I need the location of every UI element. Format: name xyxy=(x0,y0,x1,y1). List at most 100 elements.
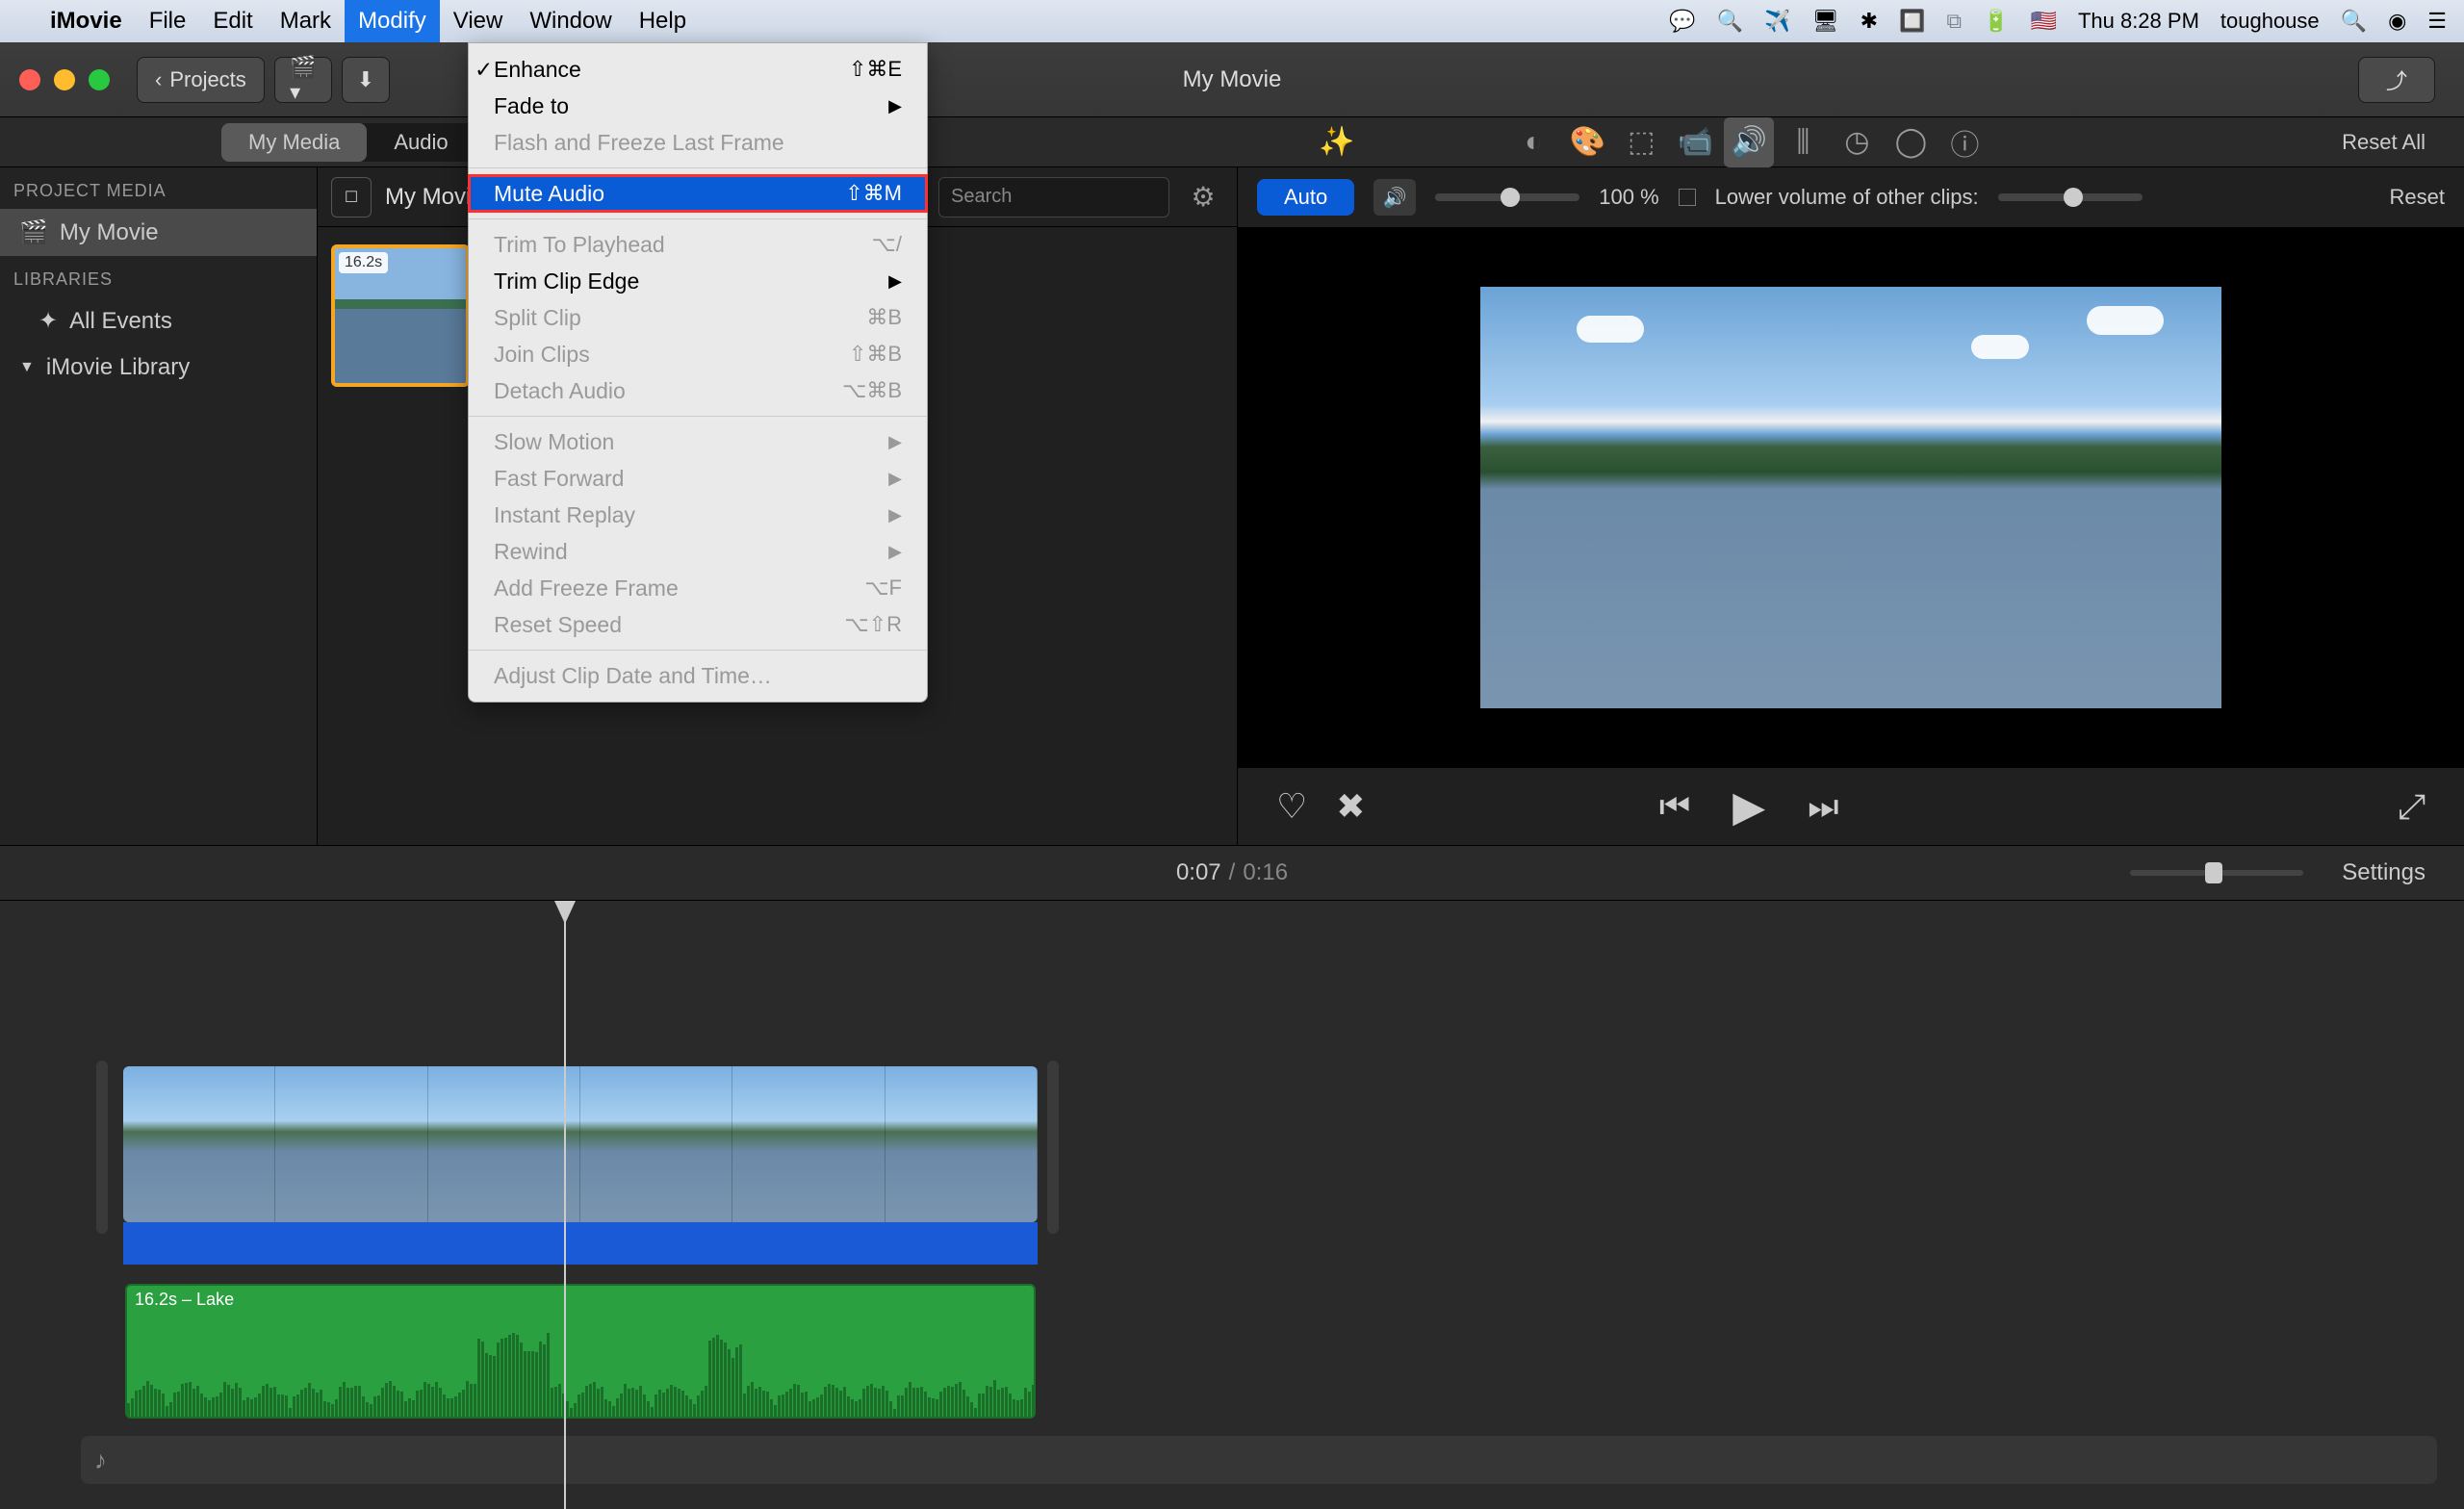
fullscreen-icon[interactable]: ⤢ xyxy=(2398,786,2426,828)
audio-clip[interactable]: 16.2s – Lake xyxy=(125,1284,1036,1419)
user-name[interactable]: toughouse xyxy=(2220,9,2320,34)
modify-menu-dropdown: ✓Enhance⇧⌘EFade to▶Flash and Freeze Last… xyxy=(468,42,928,703)
menu-help[interactable]: Help xyxy=(626,0,700,42)
clip-handle[interactable] xyxy=(1047,1061,1059,1234)
spotlight-icon[interactable]: 🔍 xyxy=(2341,9,2367,34)
video-clip-bar[interactable] xyxy=(123,1222,1038,1265)
video-clip[interactable] xyxy=(123,1066,1038,1222)
magic-wand-icon[interactable]: ✨ xyxy=(1319,125,1354,159)
ducking-slider[interactable] xyxy=(1998,193,2143,201)
menu-view[interactable]: View xyxy=(440,0,517,42)
wifi-icon[interactable]: ⧉ xyxy=(1946,9,1962,34)
crop-icon[interactable]: ⬚ xyxy=(1616,117,1666,167)
sidebar: PROJECT MEDIA 🎬My Movie LIBRARIES ✦All E… xyxy=(0,167,318,845)
projects-button[interactable]: ‹Projects xyxy=(137,57,265,103)
preview-viewer[interactable] xyxy=(1238,227,2464,768)
next-button[interactable]: ⏭ xyxy=(1808,786,1838,828)
ducking-label: Lower volume of other clips: xyxy=(1715,185,1979,210)
list-view-icon[interactable]: ☐ xyxy=(331,177,372,217)
menu-item-trim-clip-edge[interactable]: Trim Clip Edge▶ xyxy=(469,263,927,299)
filter-icon[interactable]: ◯ xyxy=(1886,117,1936,167)
total-time: 0:16 xyxy=(1243,859,1288,886)
import-button[interactable]: ⬇ xyxy=(342,57,390,103)
music-track[interactable]: ♪ xyxy=(81,1436,2437,1484)
reset-all-button[interactable]: Reset All xyxy=(2342,130,2426,155)
menu-item-enhance[interactable]: ✓Enhance⇧⌘E xyxy=(469,51,927,88)
inspector-tabs: ◐ 🎨 ⬚ 📹 🔊 ⫼ ◷ ◯ ⓘ xyxy=(1508,117,1989,167)
preview-frame xyxy=(1480,287,2221,708)
menu-item-instant-replay: Instant Replay▶ xyxy=(469,497,927,533)
play-button[interactable]: ▶ xyxy=(1732,782,1765,831)
playhead[interactable] xyxy=(564,901,566,1509)
sidebar-my-movie[interactable]: 🎬My Movie xyxy=(0,209,317,256)
mute-icon[interactable]: 🔊 xyxy=(1373,179,1416,216)
notification-icon[interactable]: ☰ xyxy=(2427,9,2447,34)
battery-icon[interactable]: 🔋 xyxy=(1983,9,2009,34)
menu-item-add-freeze-frame: Add Freeze Frame⌥F xyxy=(469,570,927,606)
time-display-row: 0:07 / 0:16 Settings xyxy=(0,845,2464,901)
app-menu[interactable]: iMovie xyxy=(37,0,136,42)
menu-item-join-clips: Join Clips⇧⌘B xyxy=(469,336,927,372)
menu-file[interactable]: File xyxy=(136,0,200,42)
color-balance-icon[interactable]: ◐ xyxy=(1508,117,1558,167)
volume-slider[interactable] xyxy=(1435,193,1579,201)
menubar-left: iMovie File Edit Mark Modify View Window… xyxy=(17,0,700,42)
current-time: 0:07 xyxy=(1176,859,1221,886)
ducking-checkbox[interactable] xyxy=(1679,189,1696,206)
speed-icon[interactable]: ◷ xyxy=(1832,117,1882,167)
clock[interactable]: Thu 8:28 PM xyxy=(2078,9,2199,34)
search-input[interactable]: Search xyxy=(938,177,1169,217)
status-icon[interactable]: ✈️ xyxy=(1764,9,1790,34)
audio-clip-label: 16.2s – Lake xyxy=(135,1290,234,1310)
media-button[interactable]: 🎬▾ xyxy=(274,57,332,103)
bluetooth-icon[interactable]: ✱ xyxy=(1861,9,1878,34)
display-icon[interactable]: 🖥 xyxy=(1812,9,1839,34)
reject-icon[interactable]: ✖ xyxy=(1336,786,1365,827)
close-button[interactable] xyxy=(19,69,40,90)
sidebar-heading: PROJECT MEDIA xyxy=(0,167,317,209)
minimize-button[interactable] xyxy=(54,69,75,90)
siri-icon[interactable]: ◉ xyxy=(2388,9,2406,34)
window-controls xyxy=(19,69,110,90)
timeline[interactable]: 16.2s – Lake ♪ xyxy=(0,901,2464,1509)
menu-item-rewind: Rewind▶ xyxy=(469,533,927,570)
clip-handle[interactable] xyxy=(96,1061,108,1234)
status-icon[interactable]: 🔍 xyxy=(1717,9,1743,34)
menu-modify[interactable]: Modify xyxy=(345,0,440,42)
info-icon[interactable]: ⓘ xyxy=(1939,117,1989,167)
battery-icon[interactable]: 🔲 xyxy=(1899,9,1925,34)
clip-thumbnail[interactable]: 16.2s xyxy=(331,244,470,387)
settings-button[interactable]: Settings xyxy=(2342,859,2426,886)
zoom-button[interactable] xyxy=(89,69,110,90)
menu-item-flash-and-freeze-last-frame: Flash and Freeze Last Frame xyxy=(469,124,927,161)
transport-controls: ♡ ✖ ⏮ ▶ ⏭ ⤢ xyxy=(1238,768,2464,845)
gear-icon[interactable]: ⚙ xyxy=(1183,177,1223,217)
menu-edit[interactable]: Edit xyxy=(199,0,266,42)
sidebar-library[interactable]: ▼iMovie Library xyxy=(0,345,317,391)
clip-duration: 16.2s xyxy=(339,252,388,273)
menu-item-fast-forward: Fast Forward▶ xyxy=(469,460,927,497)
menu-item-fade-to[interactable]: Fade to▶ xyxy=(469,88,927,124)
tab-audio[interactable]: Audio xyxy=(367,123,475,162)
menu-mark[interactable]: Mark xyxy=(267,0,345,42)
system-menubar: iMovie File Edit Mark Modify View Window… xyxy=(0,0,2464,42)
zoom-slider[interactable] xyxy=(2130,870,2303,876)
menu-item-mute-audio[interactable]: Mute Audio⇧⌘M xyxy=(469,175,927,212)
prev-button[interactable]: ⏮ xyxy=(1659,786,1690,828)
auto-button[interactable]: Auto xyxy=(1257,179,1354,216)
status-icon[interactable]: 💬 xyxy=(1669,9,1695,34)
tab-my-media[interactable]: My Media xyxy=(221,123,367,162)
menu-window[interactable]: Window xyxy=(516,0,625,42)
sidebar-all-events[interactable]: ✦All Events xyxy=(0,297,317,345)
volume-icon[interactable]: 🔊 xyxy=(1724,117,1774,167)
share-button[interactable]: ⤴ xyxy=(2358,57,2435,103)
menu-item-slow-motion: Slow Motion▶ xyxy=(469,423,927,460)
flag-icon[interactable]: 🇺🇸 xyxy=(2031,9,2057,34)
eq-icon[interactable]: ⫼ xyxy=(1778,117,1828,167)
menu-item-split-clip: Split Clip⌘B xyxy=(469,299,927,336)
stabilize-icon[interactable]: 📹 xyxy=(1670,117,1720,167)
reset-button[interactable]: Reset xyxy=(2390,185,2445,210)
favorite-icon[interactable]: ♡ xyxy=(1276,786,1307,827)
tab-bar: My Media Audio Titles Backgrounds Transi… xyxy=(0,117,2464,167)
color-correct-icon[interactable]: 🎨 xyxy=(1562,117,1612,167)
